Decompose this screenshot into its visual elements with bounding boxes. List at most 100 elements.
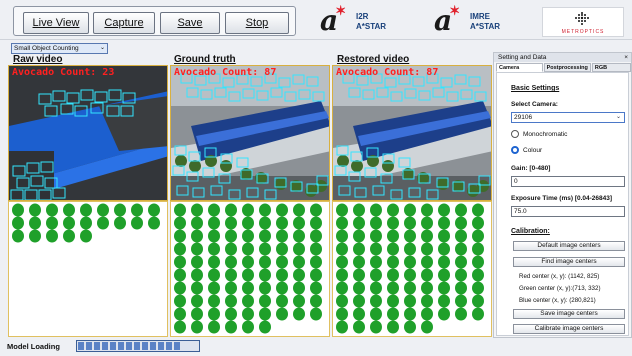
count-marker bbox=[421, 242, 433, 256]
count-marker bbox=[310, 216, 322, 230]
count-marker bbox=[242, 242, 254, 256]
count-marker bbox=[80, 229, 92, 243]
raw-count-dots bbox=[8, 201, 168, 337]
count-marker bbox=[370, 294, 382, 308]
camera-settings-body: Basic Settings Select Camera: 29106 ⌄ Mo… bbox=[496, 72, 629, 336]
count-marker bbox=[310, 294, 322, 308]
count-marker bbox=[191, 320, 203, 334]
camera-select[interactable]: 29106 ⌄ bbox=[511, 112, 625, 123]
default-image-centers-button[interactable]: Default image centers bbox=[513, 241, 625, 251]
count-marker bbox=[225, 255, 237, 269]
count-marker bbox=[63, 216, 75, 230]
count-marker bbox=[208, 281, 220, 295]
top-toolbar: Live View Capture Save Stop a ✶ I2R A*STAR… bbox=[0, 0, 632, 40]
count-marker bbox=[174, 229, 186, 243]
radio-checked-icon bbox=[511, 146, 519, 154]
count-marker bbox=[455, 229, 467, 243]
count-marker bbox=[242, 281, 254, 295]
metroptics-logo: METROPTICS bbox=[542, 7, 624, 37]
counting-mode-value: Small Object Counting bbox=[14, 45, 79, 52]
count-marker bbox=[242, 307, 254, 321]
count-marker bbox=[191, 242, 203, 256]
count-marker bbox=[276, 216, 288, 230]
count-marker bbox=[455, 294, 467, 308]
counting-mode-select[interactable]: Small Object Counting ⌄ bbox=[11, 43, 108, 54]
model-loading-progress bbox=[76, 340, 200, 352]
count-marker bbox=[404, 294, 416, 308]
count-marker bbox=[353, 307, 365, 321]
tab-rgb-settings[interactable]: RGB Settings bbox=[591, 63, 631, 79]
count-marker bbox=[404, 229, 416, 243]
exposure-input[interactable]: 75.0 bbox=[511, 206, 625, 217]
restored-video-frame: Avocado Count: 87 bbox=[332, 65, 492, 201]
imre-logo-text: IMRE A*STAR bbox=[470, 12, 501, 31]
progress-segment bbox=[174, 342, 180, 350]
capture-button[interactable]: Capture bbox=[93, 12, 155, 34]
progress-segment bbox=[126, 342, 132, 350]
progress-segment bbox=[102, 342, 108, 350]
close-icon[interactable]: × bbox=[624, 53, 628, 62]
progress-segment bbox=[142, 342, 148, 350]
save-image-centers-button[interactable]: Save image centers bbox=[513, 309, 625, 319]
count-marker bbox=[421, 281, 433, 295]
count-marker bbox=[242, 229, 254, 243]
stop-button[interactable]: Stop bbox=[225, 12, 289, 34]
count-marker bbox=[472, 203, 484, 217]
count-marker bbox=[455, 281, 467, 295]
count-marker bbox=[387, 294, 399, 308]
chevron-down-icon: ⌄ bbox=[615, 114, 621, 120]
colour-radio[interactable]: Colour bbox=[511, 146, 542, 154]
settings-panel: Setting and Data × Camera Settings Postp… bbox=[493, 52, 632, 338]
count-marker bbox=[259, 229, 271, 243]
count-marker bbox=[225, 203, 237, 217]
count-marker bbox=[387, 255, 399, 269]
find-image-centers-button[interactable]: Find image centers bbox=[513, 257, 625, 267]
exposure-label: Exposure Time (ms) [0.04-26843] bbox=[511, 195, 613, 202]
count-marker bbox=[472, 216, 484, 230]
count-marker bbox=[293, 255, 305, 269]
count-marker bbox=[310, 281, 322, 295]
ground-truth-count-dots-svg bbox=[174, 203, 322, 334]
count-marker bbox=[455, 216, 467, 230]
count-marker bbox=[387, 216, 399, 230]
gain-input[interactable]: 0 bbox=[511, 176, 625, 187]
count-marker bbox=[174, 216, 186, 230]
count-marker bbox=[404, 255, 416, 269]
count-marker bbox=[404, 307, 416, 321]
count-marker bbox=[225, 216, 237, 230]
count-marker bbox=[276, 294, 288, 308]
count-marker bbox=[472, 242, 484, 256]
count-marker bbox=[336, 320, 348, 334]
tab-postprocessing[interactable]: Postprocessing bbox=[543, 63, 591, 72]
count-marker bbox=[438, 255, 450, 269]
count-marker bbox=[293, 268, 305, 282]
count-marker bbox=[438, 281, 450, 295]
count-marker bbox=[293, 242, 305, 256]
count-marker bbox=[387, 320, 399, 334]
tab-camera-settings[interactable]: Camera Settings bbox=[496, 63, 543, 79]
metroptics-text: METROPTICS bbox=[561, 29, 605, 35]
save-button[interactable]: Save bbox=[160, 12, 220, 34]
ground-truth-image bbox=[171, 66, 329, 200]
count-marker bbox=[353, 216, 365, 230]
count-marker bbox=[63, 203, 75, 217]
calibrate-image-centers-button[interactable]: Calibrate image centers bbox=[513, 324, 625, 334]
chevron-down-icon: ⌄ bbox=[99, 45, 105, 51]
count-marker bbox=[472, 281, 484, 295]
green-center-readout: Green center (x, y):(713, 332) bbox=[519, 285, 601, 292]
count-marker bbox=[259, 216, 271, 230]
progress-segment bbox=[158, 342, 164, 350]
monochromatic-radio[interactable]: Monochromatic bbox=[511, 130, 567, 138]
count-marker bbox=[276, 268, 288, 282]
count-marker bbox=[438, 294, 450, 308]
count-marker bbox=[208, 242, 220, 256]
live-view-button[interactable]: Live View bbox=[23, 12, 89, 34]
count-marker bbox=[114, 203, 126, 217]
count-marker bbox=[242, 216, 254, 230]
count-marker bbox=[259, 255, 271, 269]
count-marker bbox=[438, 307, 450, 321]
count-marker bbox=[472, 268, 484, 282]
count-marker bbox=[259, 242, 271, 256]
count-marker bbox=[191, 255, 203, 269]
raw-video-frame: Avocado Count: 23 bbox=[8, 65, 168, 201]
